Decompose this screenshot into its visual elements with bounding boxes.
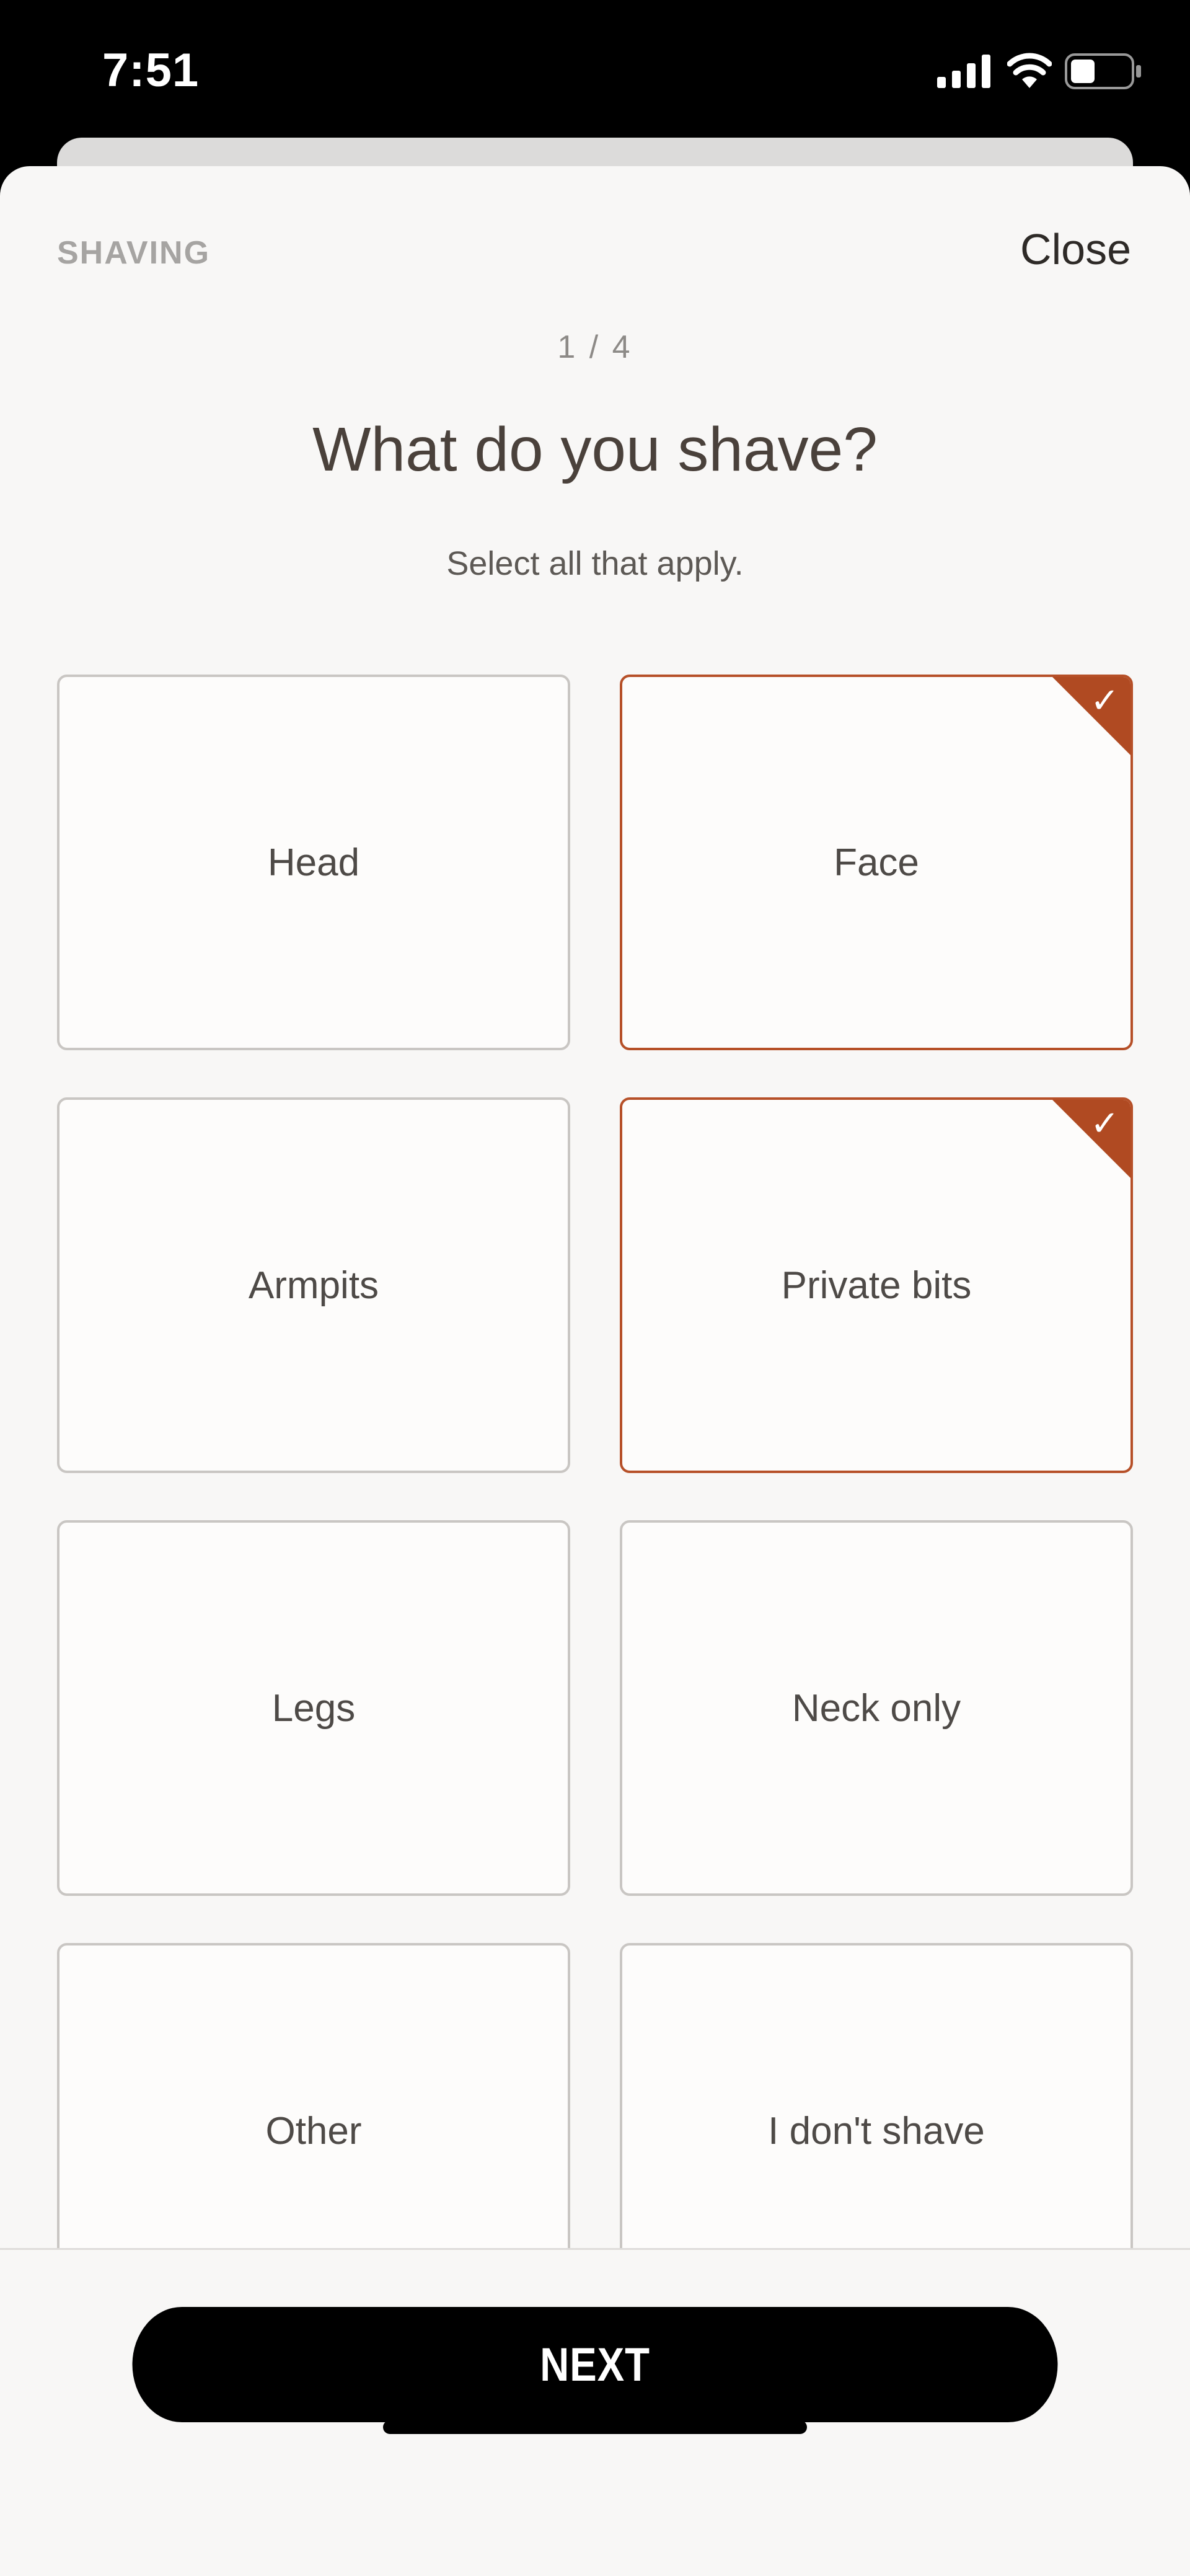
wifi-icon xyxy=(1007,53,1052,88)
next-button[interactable]: NEXT xyxy=(132,2307,1058,2422)
option-neck-only[interactable]: Neck only xyxy=(620,1520,1133,1896)
question-title: What do you shave? xyxy=(312,415,878,484)
status-time: 7:51 xyxy=(102,44,200,97)
question-subtitle: Select all that apply. xyxy=(446,545,744,582)
step-counter: 1 / 4 xyxy=(557,329,633,365)
next-button-label: NEXT xyxy=(540,2338,650,2391)
close-button[interactable]: Close xyxy=(1020,224,1131,274)
home-indicator[interactable] xyxy=(383,2420,807,2434)
option-label: I don't shave xyxy=(768,2109,985,2153)
status-bar: 7:51 xyxy=(0,0,1190,143)
option-label: Head xyxy=(267,841,360,884)
checkmark-icon: ✓ xyxy=(1090,1104,1119,1143)
option-legs[interactable]: Legs xyxy=(57,1520,570,1896)
option-face[interactable]: Face ✓ xyxy=(620,675,1133,1050)
option-label: Armpits xyxy=(248,1264,379,1307)
app-screen: 7:51 SHAVING Close 1 / 4 What do you sha… xyxy=(0,0,1190,2576)
bottom-action-bar: NEXT xyxy=(0,2248,1190,2576)
option-private-bits[interactable]: Private bits ✓ xyxy=(620,1097,1133,1473)
battery-icon xyxy=(1065,53,1141,89)
option-head[interactable]: Head xyxy=(57,675,570,1050)
question-sheet: SHAVING Close 1 / 4 What do you shave? S… xyxy=(0,166,1190,2576)
option-label: Neck only xyxy=(791,1686,961,1730)
option-armpits[interactable]: Armpits xyxy=(57,1097,570,1473)
checkmark-icon: ✓ xyxy=(1090,681,1119,720)
section-label: SHAVING xyxy=(57,235,211,271)
option-label: Legs xyxy=(271,1686,356,1730)
option-label: Face xyxy=(834,841,919,884)
signal-icon xyxy=(937,55,990,88)
option-label: Other xyxy=(265,2109,362,2153)
option-label: Private bits xyxy=(781,1264,972,1307)
